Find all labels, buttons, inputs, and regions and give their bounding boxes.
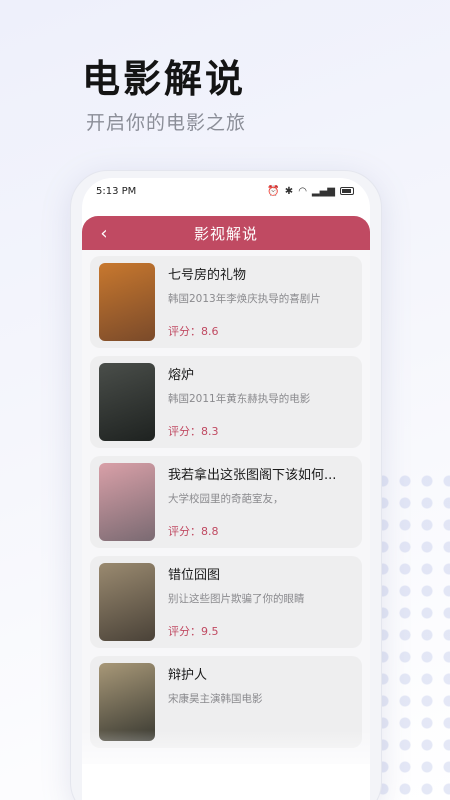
movie-rating: 评分：8.3	[168, 425, 219, 438]
movie-rating: 评分：8.8	[168, 525, 219, 538]
movie-info: 错位囧图 别让这些图片欺骗了你的眼睛 评分：9.5	[168, 563, 353, 641]
movie-poster	[99, 363, 155, 441]
alarm-icon: ⏰	[267, 185, 280, 197]
movie-card[interactable]: 我若拿出这张图阁下该如何... 大学校园里的奇葩室友， 评分：8.8	[90, 456, 362, 548]
signal-icon: ▂▄▆	[311, 185, 335, 197]
movie-title: 辩护人	[168, 668, 208, 683]
movie-info: 七号房的礼物 韩国2013年李焕庆执导的喜剧片 评分：8.6	[168, 263, 353, 341]
movie-description: 韩国2011年黄东赫执导的电影	[168, 393, 311, 405]
status-bar: 5:13 PM ⏰ ✱ ◠ ▂▄▆	[82, 178, 370, 204]
bluetooth-icon: ✱	[284, 185, 294, 197]
movie-poster	[99, 563, 155, 641]
movie-card[interactable]: 错位囧图 别让这些图片欺骗了你的眼睛 评分：9.5	[90, 556, 362, 648]
movie-description: 别让这些图片欺骗了你的眼睛	[168, 593, 305, 605]
movie-rating: 评分：9.5	[168, 625, 219, 638]
promo-title: 电影解说	[82, 57, 247, 101]
phone-screen: 5:13 PM ⏰ ✱ ◠ ▂▄▆ ‹ 影视解说 七号房的礼物 韩国2013年李…	[82, 178, 370, 800]
chevron-left-icon: ‹	[100, 222, 108, 244]
movie-description: 宋康昊主演韩国电影	[168, 693, 263, 705]
movie-title: 我若拿出这张图阁下该如何...	[168, 468, 337, 483]
header-title: 影视解说	[193, 224, 258, 243]
app-header: ‹ 影视解说	[82, 216, 370, 250]
status-icons: ⏰ ✱ ◠ ▂▄▆	[267, 186, 354, 197]
battery-icon	[340, 187, 354, 195]
promo-subtitle: 开启你的电影之旅	[86, 112, 247, 134]
back-button[interactable]: ‹	[92, 221, 116, 245]
movie-rating: 评分：8.6	[168, 325, 219, 338]
movie-card[interactable]: 七号房的礼物 韩国2013年李焕庆执导的喜剧片 评分：8.6	[90, 256, 362, 348]
movie-list: 七号房的礼物 韩国2013年李焕庆执导的喜剧片 评分：8.6 熔炉 韩国2011…	[82, 250, 370, 764]
movie-info: 我若拿出这张图阁下该如何... 大学校园里的奇葩室友， 评分：8.8	[168, 463, 353, 541]
status-time: 5:13 PM	[96, 185, 137, 197]
movie-description: 韩国2013年李焕庆执导的喜剧片	[168, 293, 321, 305]
movie-poster	[99, 263, 155, 341]
movie-title: 熔炉	[168, 368, 195, 383]
movie-title: 七号房的礼物	[168, 268, 247, 283]
movie-card[interactable]: 熔炉 韩国2011年黄东赫执导的电影 评分：8.3	[90, 356, 362, 448]
wifi-icon: ◠	[298, 185, 307, 197]
movie-title: 错位囧图	[168, 568, 221, 583]
movie-description: 大学校园里的奇葩室友，	[168, 493, 284, 505]
bottom-fade	[82, 730, 370, 800]
movie-poster	[99, 463, 155, 541]
movie-info: 熔炉 韩国2011年黄东赫执导的电影 评分：8.3	[168, 363, 353, 441]
